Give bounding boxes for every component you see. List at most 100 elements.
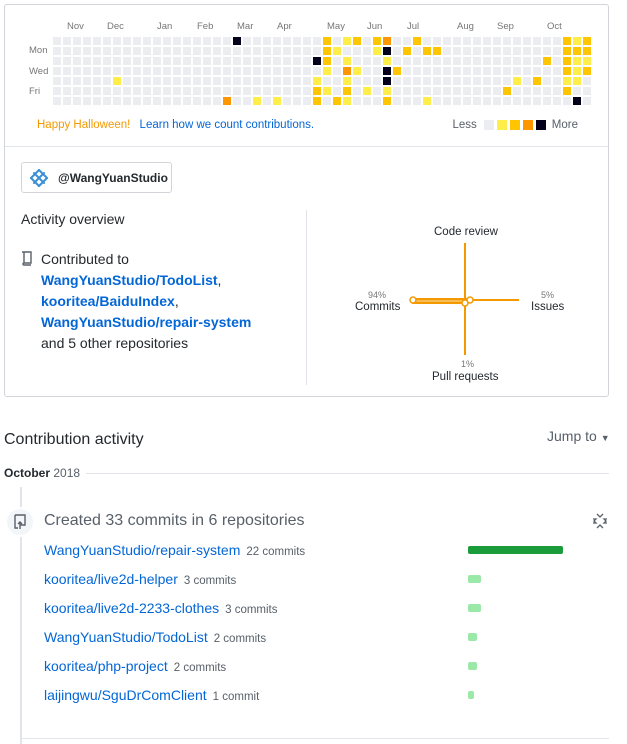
calendar-day-cell[interactable]: [153, 57, 161, 65]
calendar-day-cell[interactable]: [323, 37, 331, 45]
calendar-day-cell[interactable]: [413, 67, 421, 75]
calendar-day-cell[interactable]: [433, 97, 441, 105]
calendar-day-cell[interactable]: [513, 37, 521, 45]
calendar-day-cell[interactable]: [263, 47, 271, 55]
commit-repo-link[interactable]: WangYuanStudio/repair-system: [44, 542, 240, 558]
calendar-day-cell[interactable]: [323, 67, 331, 75]
calendar-day-cell[interactable]: [453, 47, 461, 55]
calendar-day-cell[interactable]: [203, 37, 211, 45]
calendar-day-cell[interactable]: [93, 77, 101, 85]
calendar-day-cell[interactable]: [233, 87, 241, 95]
calendar-day-cell[interactable]: [573, 67, 581, 75]
calendar-day-cell[interactable]: [163, 57, 171, 65]
calendar-day-cell[interactable]: [253, 97, 261, 105]
calendar-day-cell[interactable]: [463, 77, 471, 85]
calendar-day-cell[interactable]: [323, 87, 331, 95]
calendar-day-cell[interactable]: [523, 67, 531, 75]
calendar-day-cell[interactable]: [463, 37, 471, 45]
calendar-day-cell[interactable]: [293, 97, 301, 105]
calendar-day-cell[interactable]: [173, 97, 181, 105]
calendar-day-cell[interactable]: [353, 87, 361, 95]
calendar-day-cell[interactable]: [223, 57, 231, 65]
calendar-day-cell[interactable]: [393, 47, 401, 55]
calendar-day-cell[interactable]: [513, 67, 521, 75]
calendar-day-cell[interactable]: [483, 67, 491, 75]
calendar-day-cell[interactable]: [503, 97, 511, 105]
calendar-day-cell[interactable]: [413, 47, 421, 55]
calendar-day-cell[interactable]: [513, 57, 521, 65]
calendar-day-cell[interactable]: [583, 67, 591, 75]
calendar-day-cell[interactable]: [243, 37, 251, 45]
calendar-day-cell[interactable]: [113, 87, 121, 95]
calendar-day-cell[interactable]: [163, 77, 171, 85]
calendar-day-cell[interactable]: [543, 37, 551, 45]
calendar-day-cell[interactable]: [273, 87, 281, 95]
calendar-day-cell[interactable]: [553, 57, 561, 65]
calendar-day-cell[interactable]: [343, 67, 351, 75]
learn-contributions-link[interactable]: Learn how we count contributions.: [140, 119, 315, 131]
calendar-day-cell[interactable]: [203, 47, 211, 55]
calendar-day-cell[interactable]: [133, 57, 141, 65]
calendar-day-cell[interactable]: [443, 37, 451, 45]
calendar-day-cell[interactable]: [493, 67, 501, 75]
calendar-day-cell[interactable]: [503, 87, 511, 95]
calendar-day-cell[interactable]: [63, 67, 71, 75]
calendar-day-cell[interactable]: [143, 37, 151, 45]
calendar-day-cell[interactable]: [513, 97, 521, 105]
calendar-day-cell[interactable]: [83, 67, 91, 75]
calendar-day-cell[interactable]: [153, 97, 161, 105]
calendar-day-cell[interactable]: [153, 87, 161, 95]
calendar-day-cell[interactable]: [183, 37, 191, 45]
calendar-day-cell[interactable]: [53, 97, 61, 105]
calendar-day-cell[interactable]: [533, 37, 541, 45]
calendar-day-cell[interactable]: [483, 57, 491, 65]
calendar-day-cell[interactable]: [513, 77, 521, 85]
calendar-day-cell[interactable]: [583, 47, 591, 55]
calendar-day-cell[interactable]: [323, 47, 331, 55]
calendar-day-cell[interactable]: [253, 57, 261, 65]
calendar-day-cell[interactable]: [283, 57, 291, 65]
calendar-day-cell[interactable]: [83, 77, 91, 85]
calendar-day-cell[interactable]: [243, 77, 251, 85]
calendar-day-cell[interactable]: [243, 47, 251, 55]
calendar-day-cell[interactable]: [283, 37, 291, 45]
calendar-day-cell[interactable]: [263, 57, 271, 65]
calendar-day-cell[interactable]: [173, 47, 181, 55]
commit-count-link[interactable]: 3 commits: [184, 575, 236, 587]
calendar-day-cell[interactable]: [193, 47, 201, 55]
calendar-day-cell[interactable]: [223, 87, 231, 95]
calendar-day-cell[interactable]: [533, 77, 541, 85]
calendar-day-cell[interactable]: [543, 57, 551, 65]
calendar-day-cell[interactable]: [73, 97, 81, 105]
calendar-day-cell[interactable]: [413, 87, 421, 95]
calendar-day-cell[interactable]: [553, 47, 561, 55]
calendar-day-cell[interactable]: [393, 97, 401, 105]
calendar-day-cell[interactable]: [223, 97, 231, 105]
calendar-day-cell[interactable]: [293, 77, 301, 85]
calendar-day-cell[interactable]: [103, 77, 111, 85]
calendar-day-cell[interactable]: [423, 67, 431, 75]
calendar-day-cell[interactable]: [233, 97, 241, 105]
calendar-day-cell[interactable]: [283, 97, 291, 105]
calendar-day-cell[interactable]: [403, 37, 411, 45]
calendar-day-cell[interactable]: [583, 37, 591, 45]
calendar-day-cell[interactable]: [173, 67, 181, 75]
calendar-day-cell[interactable]: [193, 67, 201, 75]
calendar-day-cell[interactable]: [83, 97, 91, 105]
calendar-day-cell[interactable]: [543, 77, 551, 85]
calendar-day-cell[interactable]: [503, 77, 511, 85]
calendar-day-cell[interactable]: [473, 67, 481, 75]
calendar-day-cell[interactable]: [73, 87, 81, 95]
calendar-day-cell[interactable]: [383, 77, 391, 85]
calendar-day-cell[interactable]: [133, 67, 141, 75]
calendar-day-cell[interactable]: [563, 87, 571, 95]
calendar-day-cell[interactable]: [303, 37, 311, 45]
calendar-day-cell[interactable]: [403, 47, 411, 55]
calendar-day-cell[interactable]: [563, 77, 571, 85]
calendar-day-cell[interactable]: [453, 77, 461, 85]
calendar-day-cell[interactable]: [183, 97, 191, 105]
calendar-day-cell[interactable]: [163, 97, 171, 105]
calendar-day-cell[interactable]: [393, 87, 401, 95]
calendar-day-cell[interactable]: [183, 47, 191, 55]
calendar-day-cell[interactable]: [143, 47, 151, 55]
